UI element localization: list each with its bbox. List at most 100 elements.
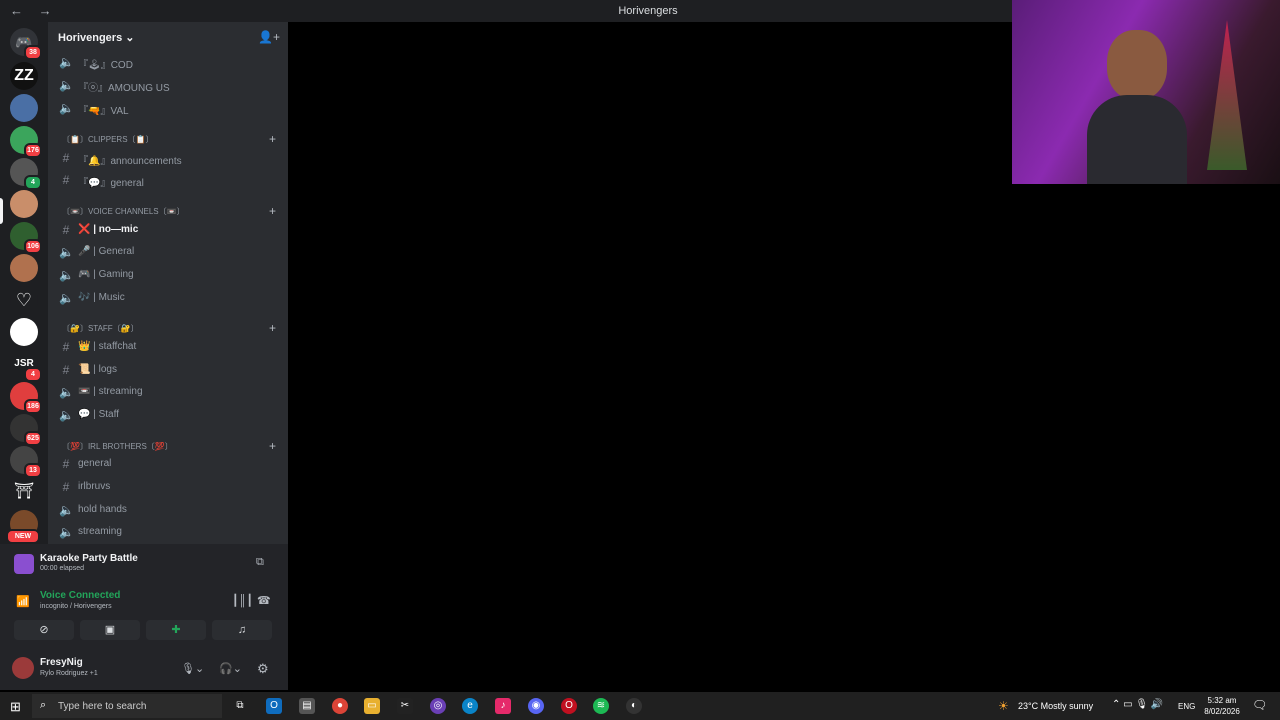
channel-among-us[interactable]: 🔈 『ⓞ』AMOUNG US <box>56 75 280 95</box>
channel-logs[interactable]: # 📜 | logs <box>56 360 280 380</box>
headphones-icon[interactable]: 🎧⌄ <box>219 662 242 675</box>
server-icon-horivengers[interactable] <box>10 190 38 218</box>
notifications-icon[interactable]: 🗨 <box>1252 698 1267 712</box>
clock-time[interactable]: 5:32 am <box>1204 696 1240 705</box>
add-channel-icon[interactable]: + <box>269 439 276 453</box>
channel-gaming[interactable]: 🔈 🎮 | Gaming <box>56 265 280 285</box>
server-icon-new[interactable]: NEW <box>6 510 40 544</box>
streamlabs-icon[interactable]: ◐ <box>626 698 642 714</box>
server-icon-temple[interactable]: ⛩ <box>10 478 38 506</box>
search-placeholder: Type here to search <box>58 701 147 712</box>
spotify-icon[interactable]: ≋ <box>593 698 609 714</box>
christmas-tree <box>1207 20 1247 170</box>
server-icon-jsp[interactable]: JSR 4 <box>10 350 42 382</box>
invite-icon[interactable]: 👤+ <box>258 30 280 44</box>
speaker-icon: 🔈 <box>59 525 74 539</box>
unread-badge: 4 <box>24 367 42 382</box>
channel-irl-general[interactable]: # general <box>56 454 280 474</box>
channel-announcements[interactable]: # 『🔔』announcements <box>56 148 280 168</box>
category-irl-brothers[interactable]: 〔💯〕IRL BROTHERS〔💯〕 + <box>62 439 284 453</box>
channel-no-mic[interactable]: # ❌ | no—mic <box>56 220 280 240</box>
microphone-icon[interactable]: 🎙⌄ <box>181 662 204 675</box>
channel-irl-streaming[interactable]: 🔈 streaming <box>56 522 280 542</box>
language-indicator[interactable]: ENG <box>1178 702 1195 711</box>
weather-text[interactable]: 23°C Mostly sunny <box>1018 701 1093 711</box>
task-view-icon[interactable]: ⧉ <box>232 698 248 714</box>
username: FresyNig <box>40 657 83 668</box>
toggle-camera-button[interactable]: ⊘ <box>14 620 74 640</box>
avatar[interactable] <box>12 657 34 679</box>
webcam-overlay <box>1012 0 1280 184</box>
server-icon-dark2[interactable]: 625 <box>10 414 42 446</box>
server-icon-green[interactable]: 176 <box>10 126 42 158</box>
screen-share-icon: ▣ <box>104 624 116 636</box>
opera-icon[interactable]: O <box>561 698 577 714</box>
user-status: Rylo Rodriguez +1 <box>40 670 98 677</box>
unread-badge: 4 <box>24 175 42 190</box>
channel-voice-general[interactable]: 🔈 🎤 | General <box>56 242 280 262</box>
edge-icon[interactable]: e <box>462 698 478 714</box>
activities-button[interactable]: ✚ <box>146 620 206 640</box>
streamer-head <box>1107 30 1167 100</box>
disconnect-icon[interactable]: ☎ <box>257 594 271 607</box>
server-header[interactable]: Horivengers ⌄ 👤+ <box>48 22 288 54</box>
tiktok-icon[interactable]: ♪ <box>495 698 511 714</box>
server-icon-dark[interactable]: 106 <box>10 222 42 254</box>
server-name: Horivengers ⌄ <box>58 32 135 44</box>
channel-irlbruvs[interactable]: # irlbruvs <box>56 477 280 497</box>
channel-staff[interactable]: 🔈 💬 | Staff <box>56 405 280 425</box>
category-staff[interactable]: 〔🔐〕STAFF〔🔐〕 + <box>62 321 284 335</box>
channel-staffchat[interactable]: # 👑 | staffchat <box>56 337 280 357</box>
heart-server-icon[interactable]: ♡ <box>10 286 38 314</box>
server-icon-red[interactable]: 186 <box>10 382 42 414</box>
streamer-body <box>1087 95 1187 184</box>
chrome-icon[interactable]: ● <box>332 698 348 714</box>
capcut-icon[interactable]: ✂ <box>397 698 413 714</box>
soundboard-button[interactable]: ♫ <box>212 620 272 640</box>
activity-rocket-icon: ✚ <box>171 624 181 636</box>
add-channel-icon[interactable]: + <box>269 321 276 335</box>
selected-server-pill <box>0 198 3 224</box>
outlook-icon[interactable]: O <box>266 698 282 714</box>
windows-start-icon[interactable]: ⊞ <box>10 699 21 715</box>
discord-home-icon[interactable]: 🎮 38 <box>10 28 42 60</box>
channel-cod[interactable]: 🔈 『🕹』COD <box>56 52 280 72</box>
category-clippers[interactable]: 〔📋〕CLIPPERS〔📋〕 + <box>62 132 284 146</box>
user-panel: Karaoke Party Battle 00:00 elapsed ⧉ 📶 V… <box>0 544 288 690</box>
hash-icon: # <box>62 363 70 377</box>
discord-icon[interactable]: ◉ <box>528 698 544 714</box>
taskbar-search-box[interactable]: ⌕ Type here to search <box>32 694 222 718</box>
channel-music[interactable]: 🔈 🎶 | Music <box>56 288 280 308</box>
speaker-icon: 🔈 <box>59 385 74 399</box>
add-channel-icon[interactable]: + <box>269 204 276 218</box>
server-icon-photo[interactable] <box>10 254 38 282</box>
file-explorer-icon[interactable]: ▭ <box>364 698 380 714</box>
system-tray-icons[interactable]: ⌃ ▭ 🎙 🔊 <box>1112 699 1163 710</box>
server-icon-white[interactable] <box>10 318 38 346</box>
channel-general[interactable]: # 『💬』general <box>56 170 280 190</box>
noise-suppression-icon[interactable]: ┃║┃ <box>232 594 253 607</box>
server-rail: 🎮 38 ZZ 176 4 106 ♡ JSR 4 186 625 13 ⛩ NEW <box>0 22 48 544</box>
server-icon-zz[interactable]: ZZ <box>10 62 38 90</box>
share-screen-button[interactable]: ▣ <box>80 620 140 640</box>
channel-val[interactable]: 🔈 『🔫』VAL <box>56 98 280 118</box>
obs-icon[interactable]: ◎ <box>430 698 446 714</box>
activity-action-icon[interactable]: ⧉ <box>256 556 264 569</box>
app-icon[interactable]: ▤ <box>299 698 315 714</box>
voice-location[interactable]: incognito / Horivengers <box>40 603 112 610</box>
speaker-icon: 🔈 <box>59 408 74 422</box>
speaker-icon: 🔈 <box>59 78 74 92</box>
unread-badge: 625 <box>24 431 42 446</box>
server-icon-gray[interactable]: 4 <box>10 158 42 190</box>
unread-badge: 176 <box>24 143 42 158</box>
clock-date[interactable]: 8/02/2026 <box>1200 707 1244 716</box>
add-channel-icon[interactable]: + <box>269 132 276 146</box>
speaker-icon: 🔈 <box>59 268 74 282</box>
server-icon-group[interactable] <box>10 94 38 122</box>
server-icon-dark3[interactable]: 13 <box>10 446 42 478</box>
speaker-icon: 🔈 <box>59 55 74 69</box>
category-voice-channels[interactable]: 〔📼〕VOICE CHANNELS〔📼〕 + <box>62 204 284 218</box>
channel-streaming-staff[interactable]: 🔈 📼 | streaming <box>56 382 280 402</box>
channel-hold-hands[interactable]: 🔈 hold hands <box>56 500 280 520</box>
settings-gear-icon[interactable]: ⚙ <box>257 661 269 677</box>
